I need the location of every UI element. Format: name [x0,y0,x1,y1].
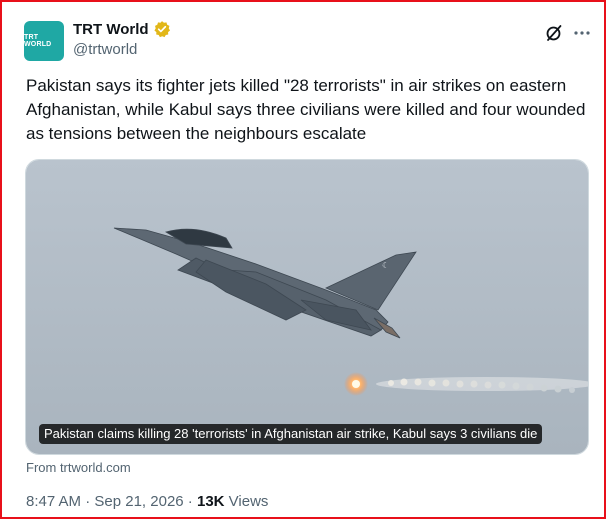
views-label: Views [224,493,269,510]
name-row: TRT World [73,20,171,38]
tweet-frame: TRT WORLD TRT World @trtworld Pakistan s… [0,0,606,519]
meta-separator-2: · [183,493,197,510]
svg-text:☾: ☾ [382,261,389,270]
handle[interactable]: @trtworld [73,41,137,58]
more-icon[interactable] [571,22,593,44]
verified-badge-icon [153,20,171,38]
meta-separator: · [81,493,95,510]
grok-icon[interactable] [543,22,565,44]
tweet-meta: 8:47 AM · Sep 21, 2026 · 13K Views [26,493,268,510]
card-caption: Pakistan claims killing 28 'terrorists' … [39,424,543,444]
link-card[interactable]: ☾ Pakistan claims killing 28 'terrorists… [25,159,589,455]
avatar-logo-text: TRT WORLD [24,34,52,48]
tweet-text: Pakistan says its fighter jets killed "2… [26,76,586,143]
tweet-date[interactable]: Sep 21, 2026 [94,493,183,510]
views-count[interactable]: 13K [197,493,225,510]
avatar[interactable]: TRT WORLD [24,21,64,61]
fighter-jet-photo: ☾ [26,160,588,454]
tweet-time[interactable]: 8:47 AM [26,493,81,510]
card-source[interactable]: From trtworld.com [26,460,131,475]
display-name[interactable]: TRT World [73,21,149,38]
